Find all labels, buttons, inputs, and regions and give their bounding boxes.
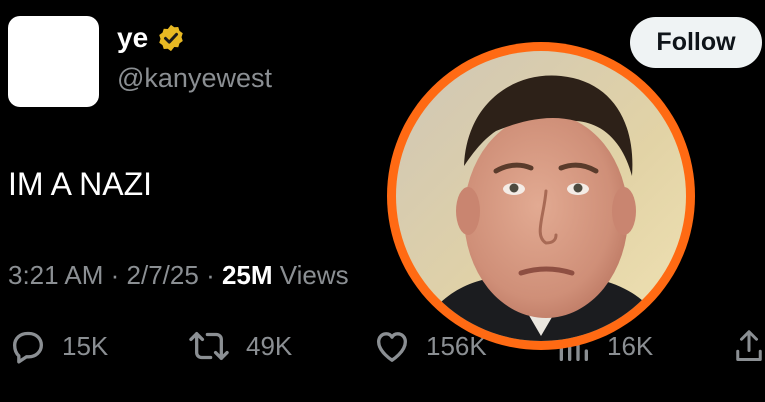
verified-badge-icon bbox=[159, 24, 183, 52]
display-name[interactable]: ye bbox=[117, 22, 148, 54]
heart-icon bbox=[377, 332, 407, 362]
portrait-photo bbox=[396, 51, 686, 341]
portrait-photo-frame bbox=[387, 42, 695, 350]
repost-arrows-icon bbox=[189, 332, 229, 360]
views-count: 25M bbox=[221, 260, 273, 290]
author-handle[interactable]: @kanyewest bbox=[117, 62, 272, 94]
tweet-text: IM A NAZI bbox=[8, 166, 153, 202]
reply-button[interactable]: 15K bbox=[8, 326, 108, 366]
repost-button[interactable]: 49K bbox=[186, 326, 292, 366]
tweet-time[interactable]: 3:21 AM bbox=[8, 260, 103, 290]
author-name-row: ye bbox=[117, 22, 186, 54]
tweet-date[interactable]: 2/7/25 bbox=[127, 260, 199, 290]
meta-separator: · bbox=[110, 260, 127, 290]
views-label: Views bbox=[279, 260, 349, 290]
follow-button[interactable]: Follow bbox=[630, 17, 762, 68]
repost-count: 49K bbox=[246, 331, 293, 361]
reply-count: 15K bbox=[62, 331, 109, 361]
share-button[interactable] bbox=[734, 326, 764, 366]
tweet-meta: 3:21 AM · 2/7/25 · 25M Views bbox=[8, 258, 349, 292]
reply-bubble-icon bbox=[13, 331, 43, 364]
meta-separator: · bbox=[206, 260, 222, 290]
share-upload-icon bbox=[736, 330, 762, 361]
avatar[interactable] bbox=[8, 16, 99, 107]
bookmark-count: 16K bbox=[607, 331, 654, 361]
